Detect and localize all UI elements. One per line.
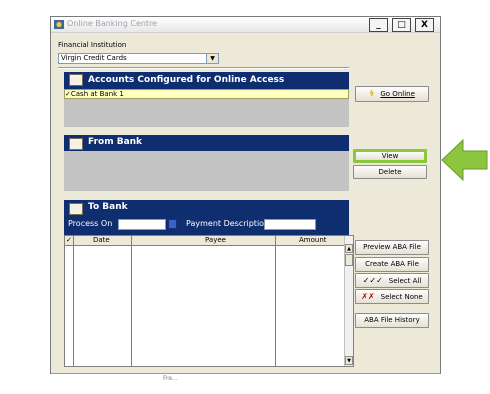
separator <box>58 67 349 69</box>
payment-description-field[interactable] <box>264 219 316 230</box>
from-bank-list[interactable] <box>64 151 349 191</box>
column-payee[interactable]: Payee <box>205 236 226 245</box>
go-online-button[interactable]: ϟ Go Online <box>355 86 429 102</box>
online-banking-window: Online Banking Centre _ □ X Financial In… <box>50 16 441 382</box>
column-divider <box>73 236 74 366</box>
list-item[interactable]: ✓Cash at Bank 1 <box>64 89 349 99</box>
from-bank-panel-header: From Bank <box>64 135 349 151</box>
payments-table[interactable]: ✓ Date Payee Amount ▲ ▼ <box>64 235 354 367</box>
scroll-down-icon[interactable]: ▼ <box>345 356 353 365</box>
status-text: Fre... <box>163 375 178 382</box>
delete-button[interactable]: Delete <box>353 165 427 179</box>
lightning-icon: ϟ <box>369 89 375 98</box>
to-bank-panel-header: To Bank Process On 12/11/2013 Payment De… <box>64 200 349 236</box>
select-all-button[interactable]: ✓✓✓ Select All <box>355 273 429 288</box>
scroll-thumb[interactable] <box>345 254 353 266</box>
from-bank-panel: From Bank <box>64 135 349 191</box>
select-none-button[interactable]: ✗✗ Select None <box>355 289 429 304</box>
accounts-list[interactable]: ✓Cash at Bank 1 <box>64 89 349 127</box>
accounts-panel-title: Accounts Configured for Online Access <box>88 75 285 85</box>
column-amount[interactable]: Amount <box>299 236 327 245</box>
payment-description-label: Payment Description <box>186 219 270 228</box>
close-button[interactable]: X <box>415 18 434 32</box>
column-date[interactable]: Date <box>93 236 110 245</box>
table-header: ✓ Date Payee Amount <box>65 236 345 246</box>
to-bank-panel: To Bank Process On 12/11/2013 Payment De… <box>64 200 349 236</box>
column-divider <box>131 236 132 366</box>
accounts-panel-header: Accounts Configured for Online Access <box>64 72 349 89</box>
calendar-icon[interactable] <box>168 219 177 229</box>
select-all-label: Select All <box>388 277 422 285</box>
select-none-label: Select None <box>380 293 423 301</box>
scroll-up-icon[interactable]: ▲ <box>345 244 353 253</box>
create-aba-file-button[interactable]: Create ABA File <box>355 257 429 272</box>
status-bar <box>51 373 440 374</box>
chevron-down-icon[interactable]: ▼ <box>206 54 218 63</box>
preview-aba-file-button[interactable]: Preview ABA File <box>355 240 429 255</box>
window-title: Online Banking Centre <box>67 19 158 28</box>
financial-institution-value: Virgin Credit Cards <box>61 54 127 62</box>
column-check[interactable]: ✓ <box>66 236 72 245</box>
process-on-label: Process On <box>68 219 113 228</box>
bank-building-icon <box>69 74 83 86</box>
cross-marks-icon: ✗✗ <box>361 292 375 301</box>
from-bank-panel-title: From Bank <box>88 137 143 147</box>
financial-institution-select[interactable]: Virgin Credit Cards ▼ <box>58 53 219 64</box>
checkmarks-icon: ✓✓✓ <box>362 276 383 285</box>
minimize-button[interactable]: _ <box>369 18 388 32</box>
left-arrow-callout-icon <box>441 139 488 181</box>
title-bar[interactable]: Online Banking Centre _ □ X <box>51 17 440 33</box>
app-icon <box>54 20 64 29</box>
accounts-panel: Accounts Configured for Online Access ✓C… <box>64 72 349 127</box>
financial-institution-label: Financial Institution <box>58 41 127 49</box>
aba-file-history-button[interactable]: ABA File History <box>355 313 429 328</box>
column-divider <box>275 236 276 366</box>
go-online-label: Go Online <box>380 90 415 98</box>
maximize-button[interactable]: □ <box>392 18 411 32</box>
process-on-date-field[interactable]: 12/11/2013 <box>118 219 166 230</box>
vertical-scrollbar[interactable]: ▲ ▼ <box>344 236 353 366</box>
to-bank-panel-title: To Bank <box>88 202 128 212</box>
account-name: Cash at Bank 1 <box>70 90 124 98</box>
bank-building-icon <box>69 138 83 150</box>
view-button[interactable]: View <box>353 149 427 163</box>
bank-building-icon <box>69 203 83 215</box>
